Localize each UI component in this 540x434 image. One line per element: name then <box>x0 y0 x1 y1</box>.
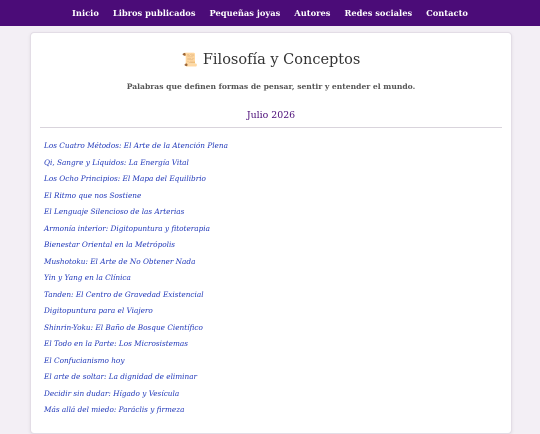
article-link[interactable]: El Confucianismo hoy <box>44 356 124 365</box>
article-link[interactable]: Armonía interior: Digitopuntura y fitote… <box>44 224 210 233</box>
list-item: Más allá del miedo: Paráclis y firmeza <box>44 401 484 418</box>
content-card: 📜 Filosofía y Conceptos Palabras que defi… <box>30 32 512 434</box>
article-link[interactable]: Los Cuatro Métodos: El Arte de la Atenci… <box>44 141 228 150</box>
page-title-text: Filosofía y Conceptos <box>202 52 361 68</box>
nav-link-contacto[interactable]: Contacto <box>419 8 475 18</box>
section-divider <box>40 127 502 128</box>
page-subtitle: Palabras que definen formas de pensar, s… <box>126 82 416 91</box>
list-item: Tanden: El Centro de Gravedad Existencia… <box>44 286 484 303</box>
article-link[interactable]: El Ritmo que nos Sostiene <box>44 191 141 200</box>
nav-link-pequenas-joyas[interactable]: Pequeñas joyas <box>202 8 287 18</box>
list-item: El Ritmo que nos Sostiene <box>44 187 484 204</box>
list-item: Yin y Yang en la Clínica <box>44 269 484 286</box>
article-link[interactable]: El Lenguaje Silencioso de las Arterias <box>44 207 184 216</box>
nav-link-redes-sociales[interactable]: Redes sociales <box>337 8 419 18</box>
article-link[interactable]: Decidir sin dudar: Hígado y Vesícula <box>44 389 179 398</box>
list-item: Armonía interior: Digitopuntura y fitote… <box>44 220 484 237</box>
scroll-icon: 📜 <box>181 53 198 68</box>
article-link[interactable]: Tanden: El Centro de Gravedad Existencia… <box>44 290 204 299</box>
article-link[interactable]: Qi, Sangre y Líquidos: La Energía Vital <box>44 158 189 167</box>
list-item: El arte de soltar: La dignidad de elimin… <box>44 368 484 385</box>
nav-link-libros-publicados[interactable]: Libros publicados <box>106 8 203 18</box>
list-item: Decidir sin dudar: Hígado y Vesícula <box>44 385 484 402</box>
article-link[interactable]: Más allá del miedo: Paráclis y firmeza <box>44 405 184 414</box>
list-item: Bienestar Oriental en la Metrópolis <box>44 236 484 253</box>
article-link[interactable]: Yin y Yang en la Clínica <box>44 273 131 282</box>
list-item: Los Cuatro Métodos: El Arte de la Atenci… <box>44 137 484 154</box>
list-item: Shinrin-Yoku: El Baño de Bosque Científi… <box>44 319 484 336</box>
nav-link-inicio[interactable]: Inicio <box>65 8 106 18</box>
list-item: El Confucianismo hoy <box>44 352 484 369</box>
nav-link-autores[interactable]: Autores <box>287 8 337 18</box>
list-item: Los Ocho Principios: El Mapa del Equilib… <box>44 170 484 187</box>
list-item: Digitopuntura para el Viajero <box>44 302 484 319</box>
article-link[interactable]: Mushotoku: El Arte de No Obtener Nada <box>44 257 195 266</box>
article-link[interactable]: Digitopuntura para el Viajero <box>44 306 153 315</box>
page-title: 📜 Filosofía y Conceptos <box>31 52 511 68</box>
list-item: Mushotoku: El Arte de No Obtener Nada <box>44 253 484 270</box>
article-link[interactable]: Los Ocho Principios: El Mapa del Equilib… <box>44 174 206 183</box>
list-item: Qi, Sangre y Líquidos: La Energía Vital <box>44 154 484 171</box>
article-link[interactable]: Shinrin-Yoku: El Baño de Bosque Científi… <box>44 323 203 332</box>
article-list: Los Cuatro Métodos: El Arte de la Atenci… <box>44 137 484 418</box>
article-link[interactable]: El arte de soltar: La dignidad de elimin… <box>44 372 197 381</box>
list-item: El Lenguaje Silencioso de las Arterias <box>44 203 484 220</box>
article-link[interactable]: El Todo en la Parte: Los Microsistemas <box>44 339 188 348</box>
top-navigation: Inicio Libros publicados Pequeñas joyas … <box>0 0 540 26</box>
article-link[interactable]: Bienestar Oriental en la Metrópolis <box>44 240 175 249</box>
list-item: El Todo en la Parte: Los Microsistemas <box>44 335 484 352</box>
section-month-heading: Julio 2026 <box>246 110 296 121</box>
